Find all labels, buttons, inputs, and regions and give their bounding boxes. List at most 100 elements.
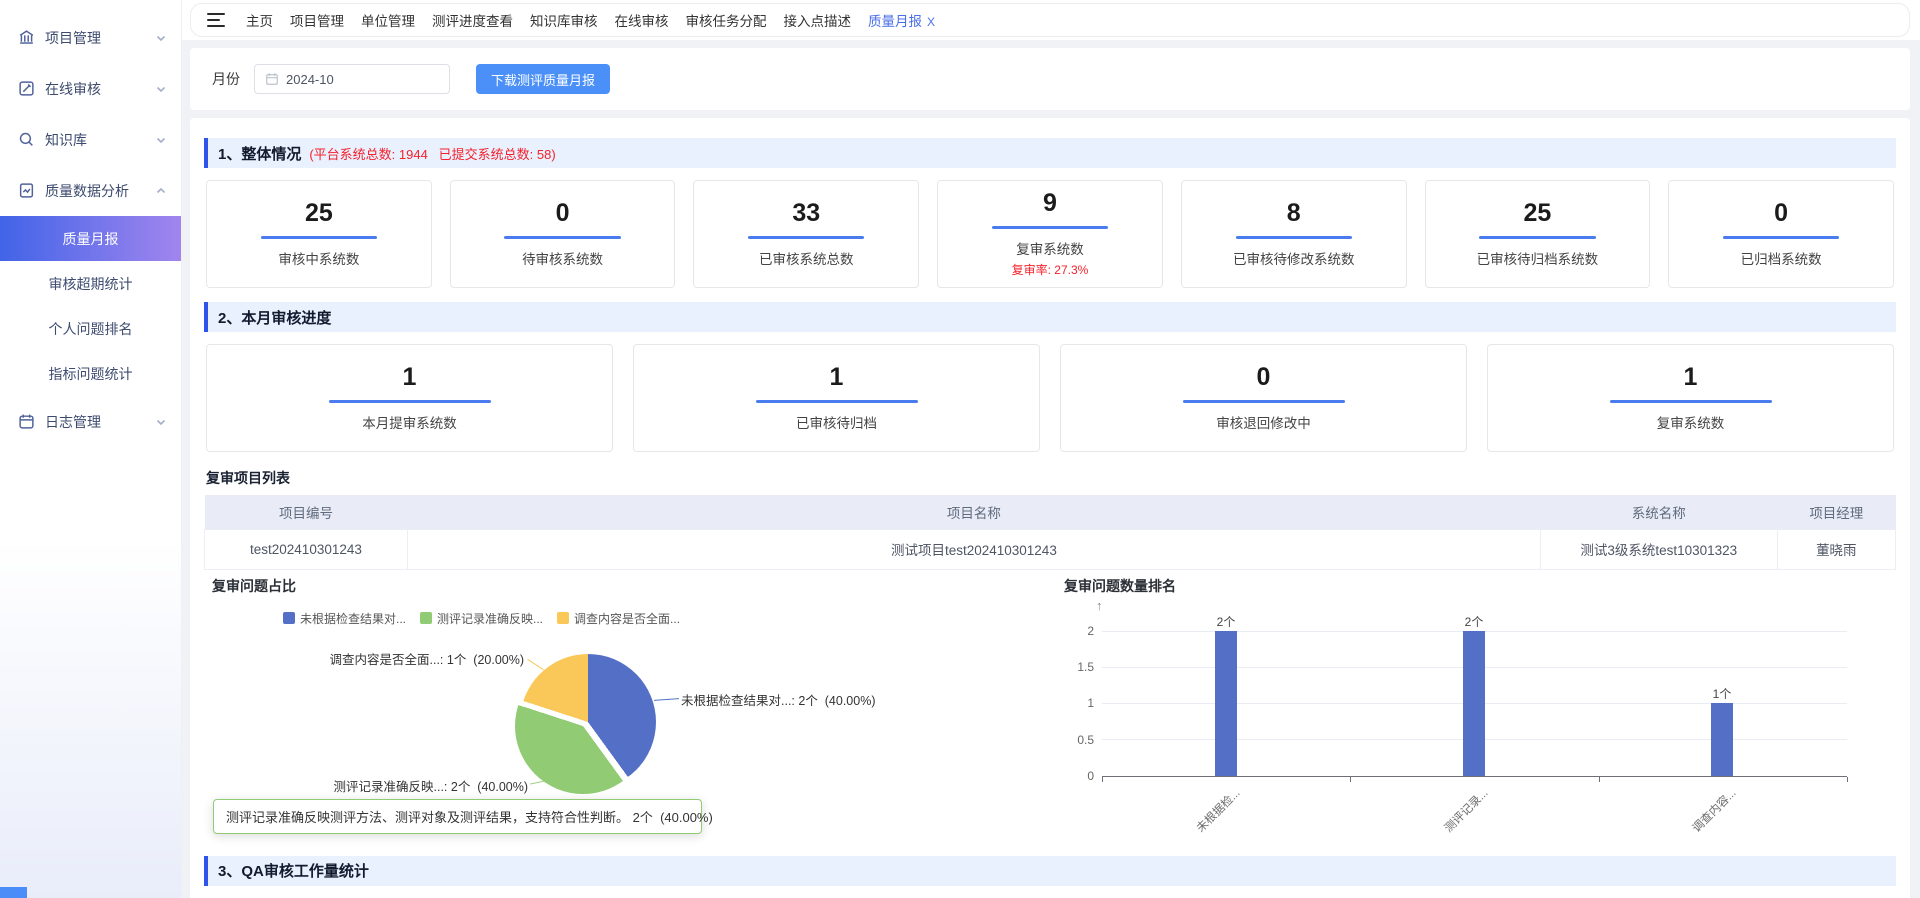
tab-knowledge-review[interactable]: 知识库审核 (530, 10, 598, 30)
stat-underline (992, 226, 1108, 229)
month-picker-input[interactable] (254, 64, 450, 94)
nav-tabs-bar: 主页 项目管理 单位管理 测评进度查看 知识库审核 在线审核 审核任务分配 接入… (190, 3, 1910, 37)
sidebar-item-knowledge-base[interactable]: 知识库 (0, 114, 181, 165)
stat-card: 25 已审核待归档系统数 (1425, 180, 1651, 288)
bank-icon (18, 29, 35, 46)
main-area: 主页 项目管理 单位管理 测评进度查看 知识库审核 在线审核 审核任务分配 接入… (182, 0, 1920, 898)
table-header-row: 项目编号 项目名称 系统名称 项目经理 (205, 495, 1896, 529)
sidebar-item-quality-data-analysis[interactable]: 质量数据分析 (0, 165, 181, 216)
download-monthly-report-button[interactable]: 下载测评质量月报 (476, 64, 610, 94)
review-issue-bar-chart: 复审问题数量排名 ↑ 0 0.5 1 1.5 2 (1056, 572, 1896, 844)
review-table-title: 复审项目列表 (206, 468, 1894, 488)
sidebar-subitem-review-overdue-stats[interactable]: 审核超期统计 (0, 261, 181, 306)
stat-label: 复审系统数 (1657, 412, 1725, 432)
pie-label-connector (527, 658, 543, 669)
axis-tick (1350, 777, 1351, 782)
section3-wrap: 3、QA审核工作量统计 (204, 856, 1896, 886)
bar[interactable] (1215, 631, 1237, 776)
sidebar-subitem-personal-issue-ranking[interactable]: 个人问题排名 (0, 306, 181, 351)
stat-value: 25 (1524, 200, 1552, 228)
stat-card: 0 已归档系统数 (1668, 180, 1894, 288)
tab-quality-monthly-report[interactable]: 质量月报 X (868, 10, 935, 30)
stat-value: 0 (556, 200, 570, 228)
tab-online-review[interactable]: 在线审核 (615, 10, 669, 30)
stat-underline (756, 400, 918, 403)
knowledge-base-icon (18, 131, 35, 148)
sidebar-item-log-management[interactable]: 日志管理 (0, 396, 181, 447)
review-rate-note: 复审率: 27.3% (1012, 261, 1089, 278)
tab-label: 质量月报 (868, 14, 922, 29)
y-tick-label: 1 (1064, 696, 1094, 710)
stat-label: 已审核待修改系统数 (1233, 248, 1355, 268)
bar-chart-title: 复审问题数量排名 (1064, 576, 1176, 596)
stat-underline (504, 236, 620, 239)
stat-underline (1723, 236, 1839, 239)
sidebar-subitem-label: 指标问题统计 (49, 364, 133, 384)
stat-value: 1 (830, 364, 844, 392)
stat-label: 待审核系统数 (522, 248, 603, 268)
sidebar-item-label: 项目管理 (45, 28, 155, 48)
sidebar-item-label: 在线审核 (45, 79, 155, 99)
sidebar-item-label: 日志管理 (45, 412, 155, 432)
filter-panel: 月份 下载测评质量月报 (190, 48, 1910, 110)
stat-label: 本月提审系统数 (362, 412, 457, 432)
month-filter-label: 月份 (212, 69, 240, 89)
sidebar-item-online-review[interactable]: 在线审核 (0, 63, 181, 114)
section3-header: 3、QA审核工作量统计 (204, 856, 1896, 886)
stat-underline (1183, 400, 1345, 403)
tab-home[interactable]: 主页 (246, 10, 273, 30)
stat-label: 审核中系统数 (278, 248, 359, 268)
stat-label: 复审系统数 (1016, 238, 1084, 258)
y-tick-label: 2 (1064, 624, 1094, 638)
month-progress-cards-row: 1 本月提审系统数 1 已审核待归档 0 审核退回修改中 1 复 (206, 344, 1894, 452)
stat-underline (329, 400, 491, 403)
charts-row: 复审问题占比 未根据检查结果对... 测评记录准确反映... 调查内容是否全面.… (204, 572, 1896, 844)
chevron-down-icon (155, 83, 167, 95)
tab-access-point-description[interactable]: 接入点描述 (784, 10, 852, 30)
pie-legend: 未根据检查结果对... 测评记录准确反映... 调查内容是否全面... (283, 610, 680, 627)
chevron-down-icon (155, 134, 167, 146)
tab-close-icon[interactable]: X (927, 15, 935, 29)
data-analysis-icon (18, 182, 35, 199)
tab-evaluation-progress[interactable]: 测评进度查看 (432, 10, 513, 30)
cell-project-name: 测试项目test202410301243 (407, 529, 1540, 569)
stat-value: 0 (1257, 364, 1271, 392)
tab-review-task-assignment[interactable]: 审核任务分配 (686, 10, 767, 30)
calendar-icon (265, 72, 279, 86)
stat-value: 0 (1774, 200, 1788, 228)
stat-card: 33 已审核系统总数 (693, 180, 919, 288)
legend-item[interactable]: 测评记录准确反映... (420, 610, 543, 627)
bar-value-label: 2个 (1196, 613, 1256, 630)
y-tick-label: 0 (1064, 769, 1094, 783)
chevron-down-icon (155, 32, 167, 44)
stat-card: 1 复审系统数 (1487, 344, 1894, 452)
stat-card: 25 审核中系统数 (206, 180, 432, 288)
edit-icon (18, 80, 35, 97)
tab-unit-management[interactable]: 单位管理 (361, 10, 415, 30)
sidebar-subitem-quality-monthly-report[interactable]: 质量月报 (0, 216, 181, 261)
pie-label-connector (530, 780, 545, 784)
stat-underline (261, 236, 377, 239)
stat-value: 8 (1287, 200, 1301, 228)
log-calendar-icon (18, 413, 35, 430)
tab-project-management[interactable]: 项目管理 (290, 10, 344, 30)
sidebar-item-project-management[interactable]: 项目管理 (0, 12, 181, 63)
stat-value: 1 (1684, 364, 1698, 392)
sidebar: 项目管理 在线审核 知识库 质量数据分析 质量月报 (0, 0, 182, 898)
bar[interactable] (1711, 703, 1733, 776)
stat-card: 8 已审核待修改系统数 (1181, 180, 1407, 288)
collapse-sidebar-icon[interactable] (207, 13, 225, 27)
legend-item[interactable]: 未根据检查结果对... (283, 610, 406, 627)
legend-label: 调查内容是否全面... (574, 610, 680, 627)
stat-value: 33 (792, 200, 820, 228)
pie-tooltip: 测评记录准确反映测评方法、测评对象及测评结果，支持符合性判断。 2个 (40.0… (213, 799, 702, 834)
legend-label: 未根据检查结果对... (300, 610, 406, 627)
bar[interactable] (1463, 631, 1485, 776)
legend-swatch (283, 612, 295, 624)
sidebar-subitem-indicator-issue-stats[interactable]: 指标问题统计 (0, 351, 181, 396)
column-header-system-name: 系统名称 (1540, 495, 1777, 529)
month-value-field[interactable] (286, 72, 406, 87)
pie-selected-slice[interactable] (515, 658, 651, 794)
legend-item[interactable]: 调查内容是否全面... (557, 610, 680, 627)
stat-value: 25 (305, 200, 333, 228)
